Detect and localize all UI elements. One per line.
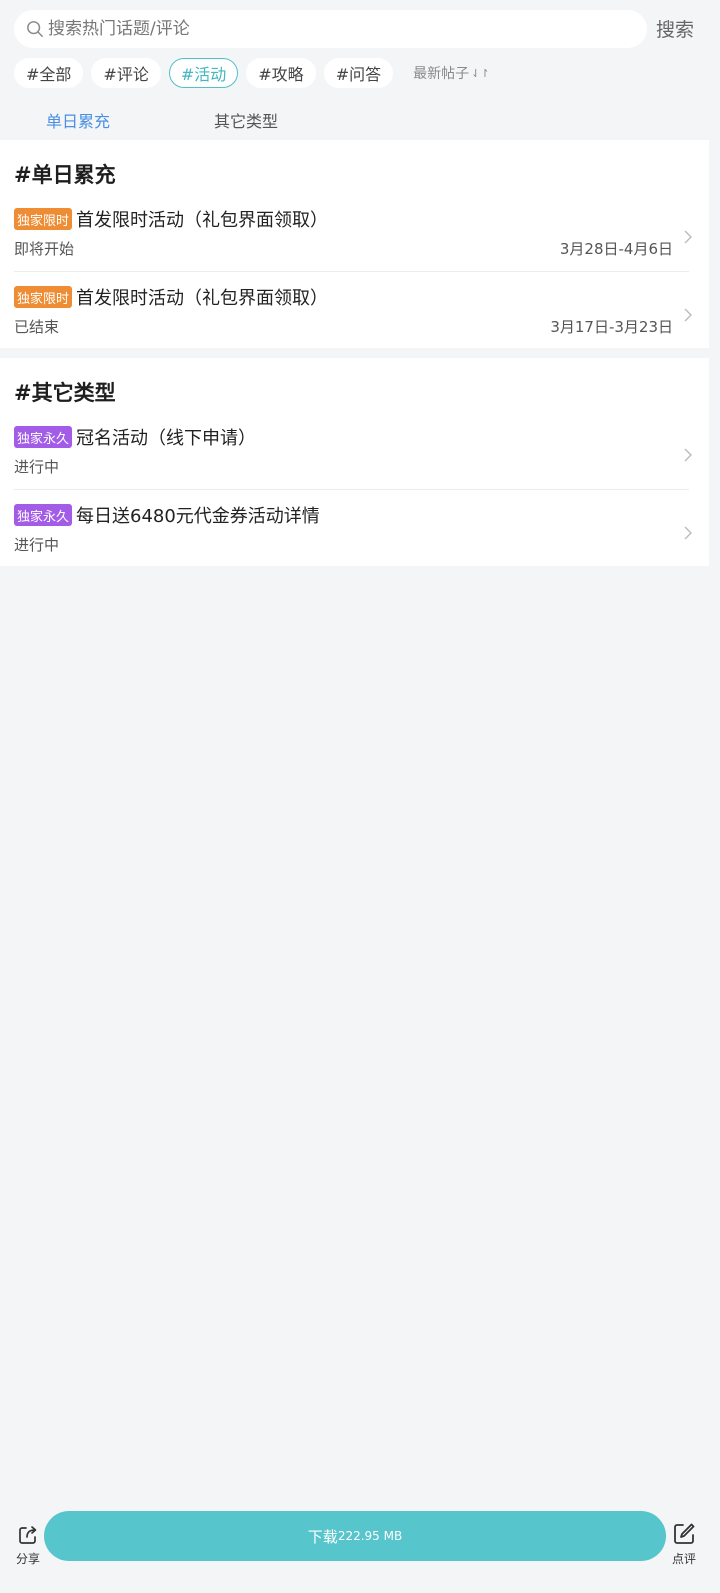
search-box[interactable] bbox=[14, 10, 647, 48]
page: 搜索 #全部 #评论 #活动 #攻略 #问答 最新帖子 ⇃↾ 单日累充 其它类型… bbox=[0, 0, 720, 1593]
item-status: 已结束 bbox=[14, 318, 60, 336]
item-title: 首发限时活动（礼包界面领取） bbox=[76, 288, 328, 309]
tag-badge: 独家限时 bbox=[14, 208, 73, 230]
divider bbox=[14, 489, 689, 490]
item-title: 冠名活动（线下申请） bbox=[76, 428, 256, 449]
search-icon bbox=[27, 21, 43, 37]
item-title: 首发限时活动（礼包界面领取） bbox=[76, 210, 328, 231]
chip-comments[interactable]: #评论 bbox=[91, 58, 161, 88]
chevron-right-icon bbox=[684, 526, 692, 540]
item-date: 3月17日-3月23日 bbox=[550, 318, 673, 336]
chevron-right-icon bbox=[684, 448, 692, 462]
chevron-right-icon bbox=[684, 308, 692, 322]
category-tabs: 单日累充 其它类型 bbox=[0, 100, 720, 136]
download-label: 下载 bbox=[307, 1527, 338, 1546]
chip-all[interactable]: #全部 bbox=[14, 58, 84, 88]
item-status: 即将开始 bbox=[14, 240, 75, 258]
share-button[interactable]: 分享 bbox=[12, 1524, 44, 1567]
tag-badge: 独家永久 bbox=[14, 426, 73, 448]
sort-label: 最新帖子 bbox=[413, 66, 470, 82]
list-item[interactable]: 独家永久 每日送6480元代金券活动详情 进行中 bbox=[0, 504, 709, 580]
item-date: 3月28日-4月6日 bbox=[559, 240, 673, 258]
share-label: 分享 bbox=[15, 1552, 40, 1566]
search-button[interactable]: 搜索 bbox=[656, 15, 694, 42]
item-status: 进行中 bbox=[14, 458, 60, 476]
chip-activities[interactable]: #活动 bbox=[168, 58, 239, 88]
tag-badge: 独家永久 bbox=[14, 504, 73, 526]
edit-icon bbox=[674, 1523, 695, 1544]
filter-chips: #全部 #评论 #活动 #攻略 #问答 最新帖子 ⇃↾ bbox=[14, 58, 490, 88]
sort-button[interactable]: 最新帖子 ⇃↾ bbox=[413, 63, 489, 83]
section-title: #其它类型 bbox=[14, 381, 116, 405]
section-daily-recharge: #单日累充 独家限时 首发限时活动（礼包界面领取） 即将开始 3月28日-4月6… bbox=[0, 140, 709, 348]
search-input[interactable] bbox=[48, 19, 608, 39]
download-size: 222.95 MB bbox=[337, 1529, 403, 1543]
item-status: 进行中 bbox=[14, 536, 60, 554]
download-button[interactable]: 下载 222.95 MB bbox=[44, 1511, 666, 1561]
tab-other-types[interactable]: 其它类型 bbox=[214, 108, 278, 132]
tab-daily-recharge[interactable]: 单日累充 bbox=[46, 108, 110, 132]
sort-arrows-icon: ⇃↾ bbox=[471, 66, 490, 80]
chevron-right-icon bbox=[684, 230, 692, 244]
search-row: 搜索 bbox=[0, 0, 720, 58]
list-item[interactable]: 独家限时 首发限时活动（礼包界面领取） 已结束 3月17日-3月23日 bbox=[0, 286, 709, 362]
section-other-types: #其它类型 独家永久 冠名活动（线下申请） 进行中 独家永久 每日送6480元代… bbox=[0, 358, 709, 566]
share-icon bbox=[19, 1526, 37, 1544]
review-label: 点评 bbox=[671, 1552, 696, 1566]
list-item[interactable]: 独家永久 冠名活动（线下申请） 进行中 bbox=[0, 426, 709, 502]
chip-guides[interactable]: #攻略 bbox=[246, 58, 316, 88]
list-item[interactable]: 独家限时 首发限时活动（礼包界面领取） 即将开始 3月28日-4月6日 bbox=[0, 208, 709, 284]
section-title: #单日累充 bbox=[14, 163, 116, 187]
tag-badge: 独家限时 bbox=[14, 286, 73, 308]
item-title: 每日送6480元代金券活动详情 bbox=[76, 506, 320, 527]
bottom-bar: 分享 下载 222.95 MB 点评 bbox=[0, 1508, 720, 1593]
review-button[interactable]: 点评 bbox=[668, 1522, 700, 1567]
chip-qa[interactable]: #问答 bbox=[323, 58, 394, 88]
divider bbox=[14, 271, 689, 272]
